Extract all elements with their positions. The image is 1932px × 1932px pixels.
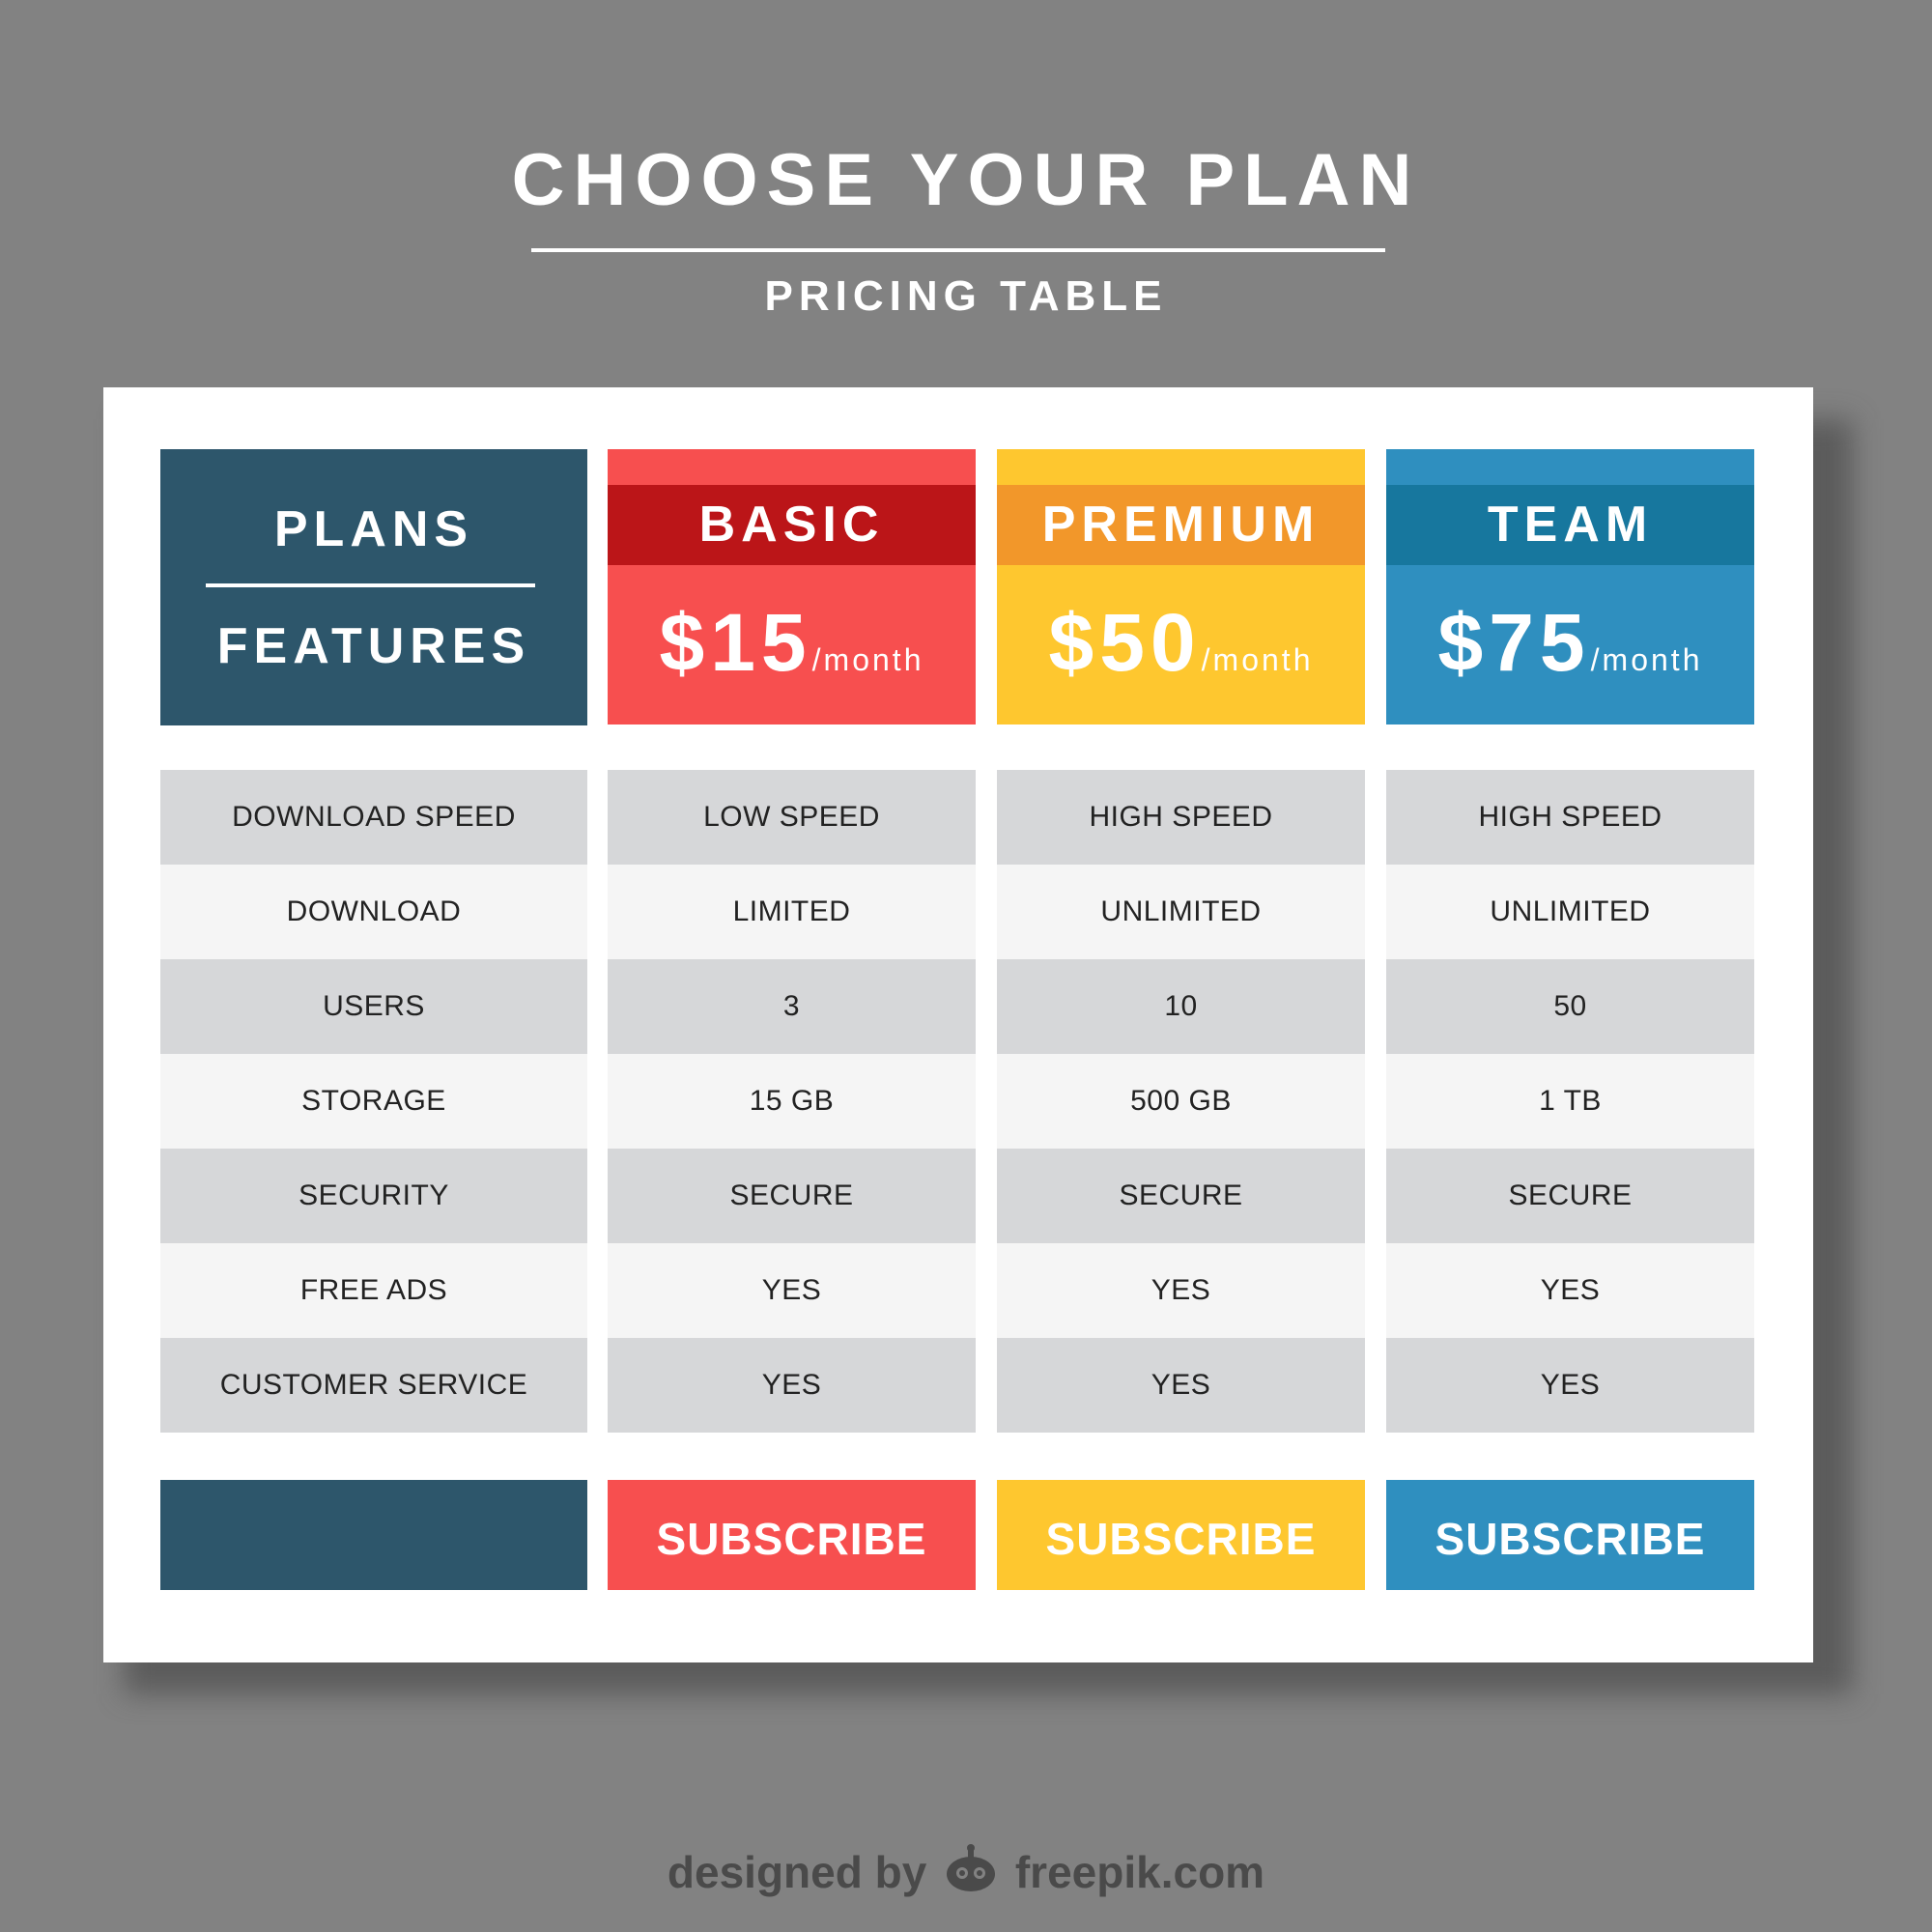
price-period: /month xyxy=(1590,642,1703,677)
price-basic: $15/month xyxy=(608,594,976,691)
credit-brand: freepik.com xyxy=(1014,1847,1265,1898)
team-value: 50 xyxy=(1553,990,1587,1022)
premium-value: YES xyxy=(1151,1274,1211,1306)
price-period: /month xyxy=(811,642,924,677)
premium-value: 500 GB xyxy=(1130,1085,1232,1117)
designer-credit: designed by freepik.com xyxy=(0,1843,1932,1909)
feature-label: FREE ADS xyxy=(299,1274,448,1306)
premium-value: 10 xyxy=(1164,990,1198,1022)
price-period: /month xyxy=(1201,642,1314,677)
basic-value: YES xyxy=(761,1274,822,1306)
price-premium: $50/month xyxy=(997,594,1365,691)
page-subtitle: PRICING TABLE xyxy=(764,272,1168,320)
subscribe-basic-button[interactable]: SUBSCRIBE xyxy=(608,1480,976,1590)
features-footer xyxy=(160,1480,587,1590)
basic-value: SECURE xyxy=(729,1179,854,1211)
basic-value: 15 GB xyxy=(749,1085,835,1117)
page-title: CHOOSE YOUR PLAN xyxy=(511,139,1421,221)
basic-value: YES xyxy=(761,1369,822,1401)
feature-label: USERS xyxy=(323,990,425,1022)
price-amount: $15 xyxy=(659,597,812,688)
plan-name-basic: BASIC xyxy=(698,497,885,553)
team-value: HIGH SPEED xyxy=(1478,801,1662,833)
team-value: UNLIMITED xyxy=(1490,895,1651,927)
plan-name-premium: PREMIUM xyxy=(1041,497,1321,553)
subscribe-premium-button[interactable]: SUBSCRIBE xyxy=(997,1480,1365,1590)
plan-name-team: TEAM xyxy=(1487,497,1654,553)
credit-prefix: designed by xyxy=(667,1847,927,1898)
premium-value: YES xyxy=(1151,1369,1211,1401)
features-header-divider xyxy=(206,583,535,587)
team-value: YES xyxy=(1540,1369,1601,1401)
price-amount: $50 xyxy=(1048,597,1202,688)
team-value: SECURE xyxy=(1508,1179,1633,1211)
subscribe-team-button[interactable]: SUBSCRIBE xyxy=(1386,1480,1754,1590)
feature-label: CUSTOMER SERVICE xyxy=(219,1369,528,1401)
title-divider xyxy=(531,248,1385,252)
feature-label: DOWNLOAD xyxy=(286,895,462,927)
premium-value: SECURE xyxy=(1119,1179,1243,1211)
plans-label: PLANS xyxy=(273,501,474,557)
basic-value: LOW SPEED xyxy=(703,801,880,833)
feature-label: SECURITY xyxy=(298,1179,449,1211)
freepik-logo-icon xyxy=(943,1843,999,1909)
team-value: 1 TB xyxy=(1539,1085,1602,1117)
premium-value: UNLIMITED xyxy=(1100,895,1262,927)
basic-value: 3 xyxy=(782,990,801,1022)
feature-label: DOWNLOAD SPEED xyxy=(232,801,516,833)
price-team: $75/month xyxy=(1386,594,1754,691)
price-amount: $75 xyxy=(1437,597,1591,688)
features-header xyxy=(160,449,587,725)
premium-value: HIGH SPEED xyxy=(1089,801,1273,833)
feature-label: STORAGE xyxy=(301,1085,446,1117)
basic-value: LIMITED xyxy=(732,895,851,927)
team-value: YES xyxy=(1540,1274,1601,1306)
features-label: FEATURES xyxy=(216,618,531,674)
